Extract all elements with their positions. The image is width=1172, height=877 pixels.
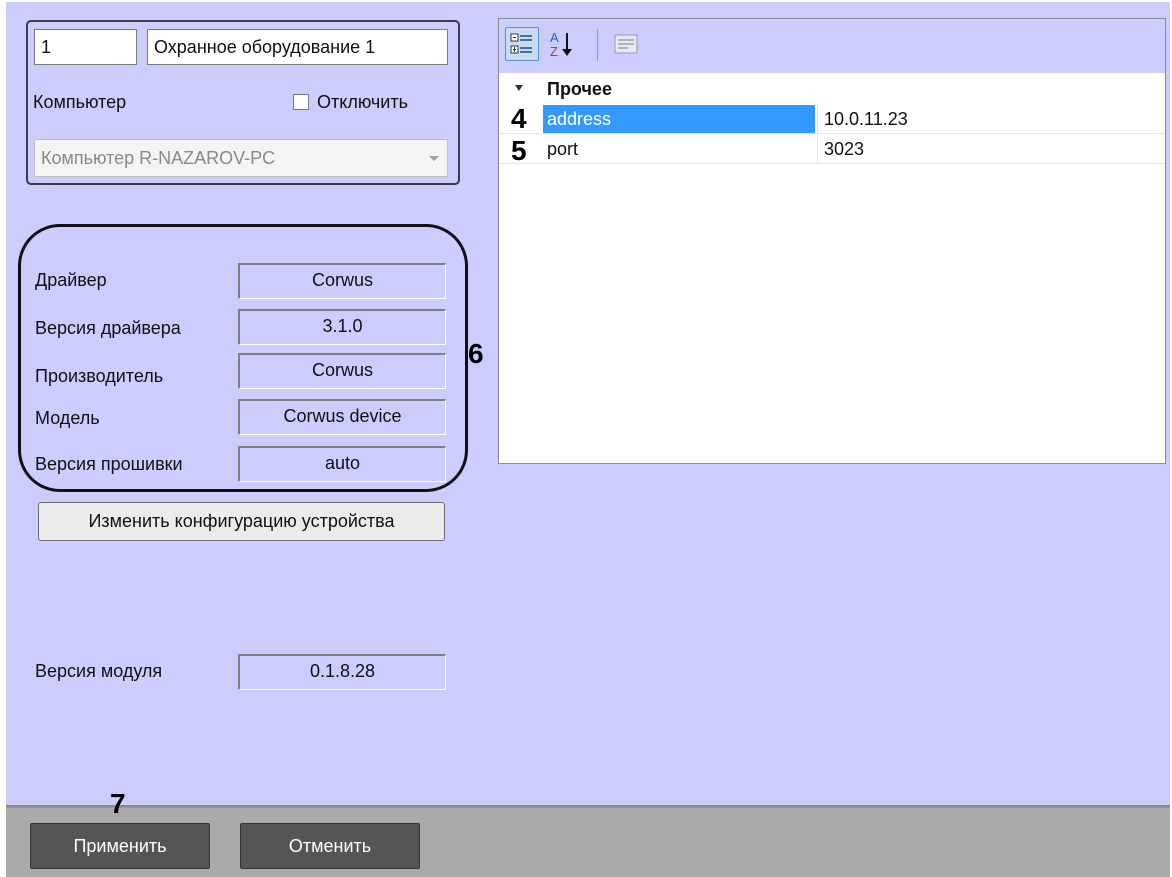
manufacturer-value: Corwus [238, 353, 446, 389]
property-value[interactable]: 3023 [817, 135, 1165, 163]
property-grid-toolbar: A Z [499, 19, 1165, 69]
module-version-value: 0.1.8.28 [238, 654, 446, 690]
property-grid-body: Прочее 4 address 10.0.11.23 5 port 3023 [499, 73, 1165, 463]
apply-button[interactable]: Применить [30, 823, 210, 869]
property-row-port[interactable]: 5 port 3023 [499, 135, 1165, 166]
property-name[interactable]: address [543, 105, 815, 133]
property-row-address[interactable]: 4 address 10.0.11.23 [499, 105, 1165, 134]
firmware-version-label: Версия прошивки [35, 454, 183, 474]
computer-select[interactable]: Компьютер R-NAZAROV-PC [34, 139, 448, 177]
svg-text:Z: Z [550, 44, 558, 59]
change-config-button[interactable]: Изменить конфигурацию устройства [38, 502, 445, 541]
collapse-arrow-icon[interactable] [515, 85, 523, 91]
property-value[interactable]: 10.0.11.23 [817, 105, 1165, 133]
driver-version-label: Версия драйвера [35, 318, 181, 338]
chevron-down-icon [429, 156, 439, 161]
category-row[interactable]: Прочее [499, 75, 1165, 103]
model-value: Corwus device [238, 399, 446, 435]
computer-select-value: Компьютер R-NAZAROV-PC [41, 148, 276, 168]
module-version-label: Версия модуля [35, 661, 163, 681]
property-pages-icon[interactable] [609, 27, 643, 61]
firmware-version-value: auto [238, 446, 446, 482]
callout-5: 5 [511, 135, 527, 166]
svg-text:A: A [550, 30, 559, 45]
disable-label[interactable]: Отключить [317, 92, 408, 113]
disable-checkbox[interactable] [293, 94, 309, 110]
driver-label: Драйвер [35, 270, 107, 290]
sort-az-icon[interactable]: A Z [547, 27, 581, 61]
cancel-button[interactable]: Отменить [240, 823, 420, 869]
callout-7: 7 [110, 788, 126, 819]
settings-panel: 1 Охранное оборудование 1 Компьютер Откл… [6, 2, 1170, 805]
computer-label: Компьютер [33, 92, 127, 112]
category-label: Прочее [547, 79, 612, 99]
toolbar-separator [597, 29, 598, 61]
property-grid: A Z Прочее 4 address 10.0.11.23 5 port 3… [498, 18, 1166, 464]
callout-4: 4 [511, 103, 527, 134]
manufacturer-label: Производитель [35, 366, 164, 386]
categorized-icon[interactable] [505, 27, 539, 61]
driver-value: Corwus [238, 263, 446, 299]
model-label: Модель [35, 408, 100, 428]
driver-version-value: 3.1.0 [238, 309, 446, 345]
object-id-field[interactable]: 1 [34, 29, 137, 65]
property-name[interactable]: port [543, 135, 815, 163]
object-name-field[interactable]: Охранное оборудование 1 [147, 29, 448, 65]
callout-6: 6 [468, 338, 484, 369]
